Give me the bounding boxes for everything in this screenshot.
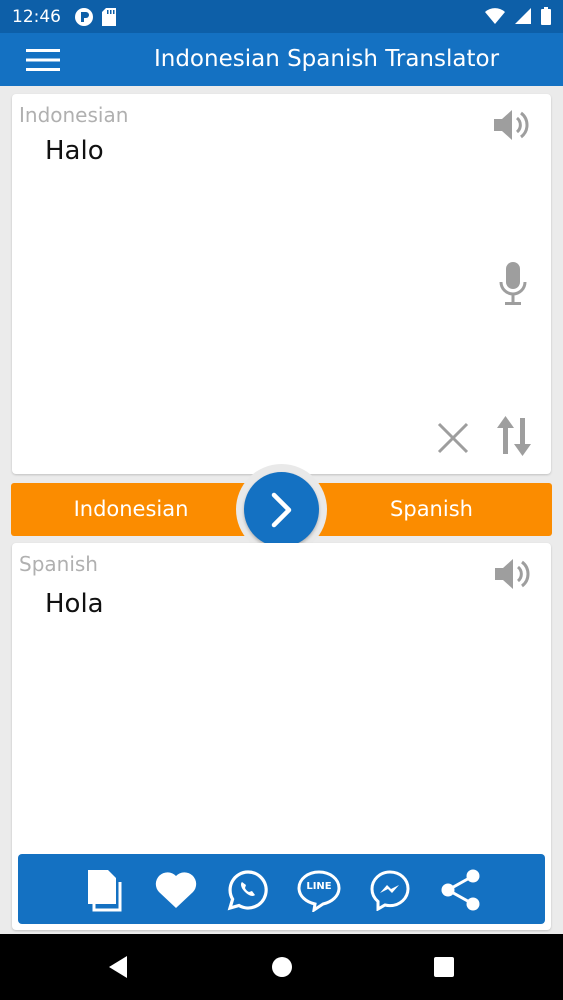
clear-icon[interactable] <box>436 421 470 455</box>
target-language-hint: Spanish <box>19 552 98 576</box>
source-panel[interactable]: Indonesian Halo <box>12 94 551 474</box>
translate-button[interactable] <box>244 472 319 547</box>
status-time: 12:46 <box>12 7 61 27</box>
notification-icon <box>75 8 93 26</box>
microphone-icon[interactable] <box>499 262 527 306</box>
share-icon[interactable] <box>440 868 482 912</box>
battery-icon <box>541 7 551 25</box>
back-icon[interactable] <box>107 955 129 979</box>
app-bar: Indonesian Spanish Translator <box>0 33 563 86</box>
chevron-right-icon <box>271 492 292 528</box>
whatsapp-icon[interactable] <box>227 869 269 911</box>
speaker-icon[interactable] <box>493 555 535 593</box>
status-bar: 12:46 <box>0 0 563 33</box>
recents-icon[interactable] <box>434 957 454 977</box>
hamburger-menu-icon[interactable] <box>26 47 62 73</box>
line-icon[interactable]: LINE <box>297 870 341 912</box>
home-icon[interactable] <box>271 956 293 978</box>
wifi-icon <box>485 8 505 24</box>
app-title: Indonesian Spanish Translator <box>153 46 500 72</box>
share-bar: LINE <box>18 854 545 924</box>
copy-icon[interactable] <box>86 868 124 912</box>
source-text-input[interactable]: Halo <box>45 136 104 166</box>
speaker-icon[interactable] <box>492 106 534 144</box>
line-label: LINE <box>306 881 332 892</box>
translated-text: Hola <box>45 589 104 619</box>
source-language-hint: Indonesian <box>19 103 129 127</box>
swap-icon[interactable] <box>497 416 531 456</box>
favorite-icon[interactable] <box>154 870 198 910</box>
source-language-button[interactable]: Indonesian <box>11 497 251 521</box>
sd-card-icon <box>102 8 116 26</box>
messenger-icon[interactable] <box>369 869 411 911</box>
target-language-button[interactable]: Spanish <box>311 497 552 521</box>
system-nav-bar <box>0 934 563 1000</box>
signal-icon <box>515 8 531 24</box>
